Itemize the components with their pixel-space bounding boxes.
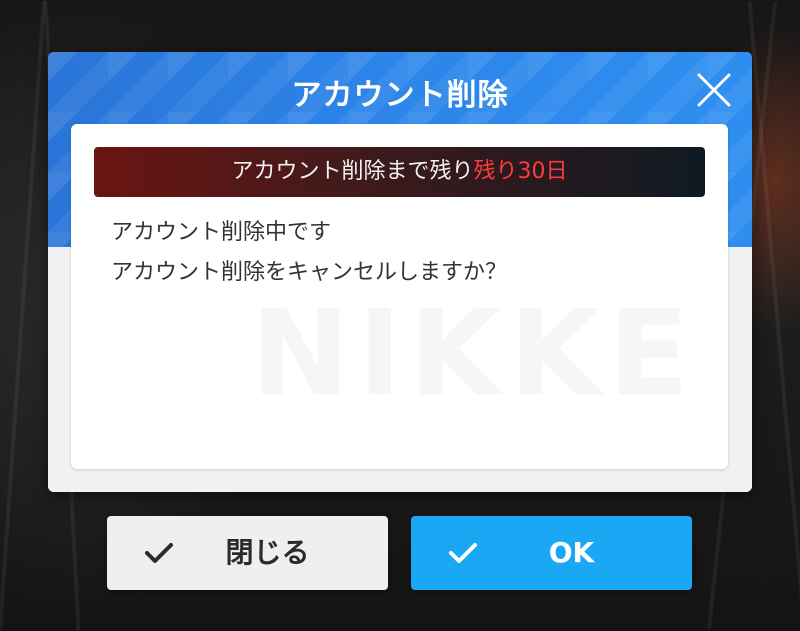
hair-strand: [747, 1, 800, 630]
ok-button[interactable]: OK: [411, 516, 692, 590]
close-icon: [697, 73, 731, 107]
account-deletion-dialog: アカウント削除 NIKKE アカウント削除まで残り残り30日 アカウント削除中で…: [48, 52, 752, 492]
hair-strand: [0, 0, 47, 631]
message-line-1: アカウント削除中です: [111, 220, 332, 245]
nikke-watermark: NIKKE: [251, 284, 698, 422]
content-panel: NIKKE アカウント削除まで残り残り30日 アカウント削除中です アカウント削…: [71, 124, 728, 469]
banner-days-remaining: 残り30日: [473, 159, 568, 184]
banner-text: アカウント削除まで残り: [231, 159, 474, 184]
deletion-countdown-banner: アカウント削除まで残り残り30日: [94, 147, 705, 197]
close-button-label: 閉じる: [225, 536, 310, 569]
close-button[interactable]: [696, 72, 732, 108]
dialog-title: アカウント削除: [291, 78, 509, 113]
message-line-2: アカウント削除をキャンセルしますか？: [111, 260, 508, 285]
close-button-bottom[interactable]: 閉じる: [107, 516, 388, 590]
background-artwork: アカウント削除 NIKKE アカウント削除まで残り残り30日 アカウント削除中で…: [0, 0, 800, 631]
ok-button-label: OK: [548, 536, 595, 569]
